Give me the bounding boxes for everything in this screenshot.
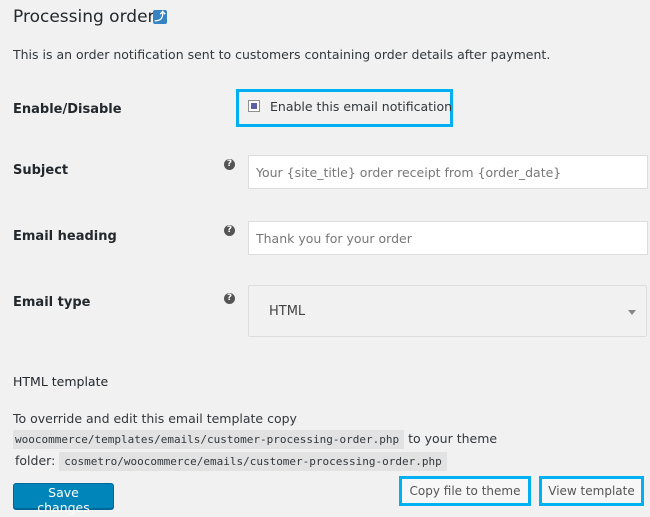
subject-input[interactable] — [248, 155, 648, 189]
template-source-line: woocommerce/templates/emails/customer-pr… — [13, 430, 498, 449]
question-icon[interactable]: ? — [224, 159, 235, 170]
page-description: This is an order notification sent to cu… — [13, 47, 551, 62]
copy-file-to-theme-button[interactable]: Copy file to theme — [399, 476, 531, 506]
question-icon[interactable]: ? — [224, 225, 235, 236]
email-type-label: Email type — [13, 295, 91, 310]
template-dest-path: cosmetro/woocommerce/emails/customer-pro… — [59, 452, 447, 471]
email-heading-input[interactable] — [248, 221, 648, 255]
template-heading: HTML template — [13, 374, 109, 389]
subject-label: Subject — [13, 163, 69, 178]
email-type-value: HTML — [269, 304, 306, 319]
template-source-path: woocommerce/templates/emails/customer-pr… — [13, 430, 405, 449]
template-dest-line: folder: cosmetro/woocommerce/emails/cust… — [15, 452, 447, 471]
enable-label: Enable/Disable — [13, 102, 122, 117]
view-template-button[interactable]: View template — [539, 476, 644, 506]
email-type-select[interactable]: HTML — [248, 285, 647, 337]
page-title: Processing order — [13, 7, 155, 27]
enable-checkbox-label[interactable]: Enable this email notification — [270, 99, 452, 114]
template-folder-label: folder: — [15, 453, 56, 468]
chevron-down-icon — [628, 310, 636, 315]
email-heading-label: Email heading — [13, 229, 117, 244]
save-changes-button[interactable]: Save changes — [13, 483, 114, 515]
up-arrow-icon[interactable]: ⤴ — [153, 10, 167, 24]
question-icon[interactable]: ? — [224, 293, 235, 304]
enable-checkbox[interactable] — [248, 100, 260, 112]
template-intro: To override and edit this email template… — [13, 411, 297, 426]
template-to-theme: to your theme — [408, 431, 498, 446]
